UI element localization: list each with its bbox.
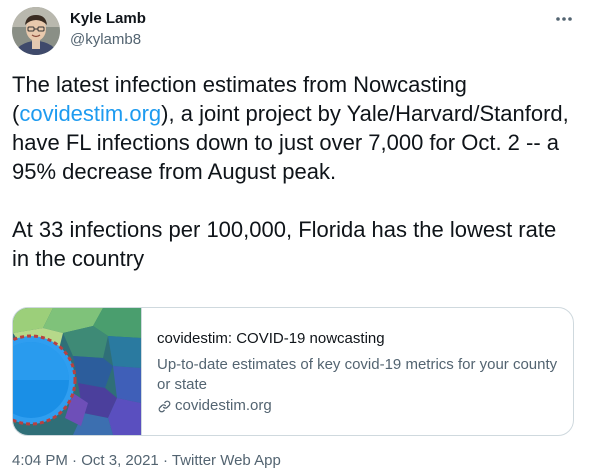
tweet-paragraph-2: At 33 infections per 100,000, Florida ha… — [12, 217, 557, 271]
link-icon — [158, 400, 171, 412]
card-description: Up-to-date estimates of key covid-19 met… — [157, 356, 558, 393]
more-horizontal-icon — [556, 17, 572, 21]
meta-separator: · — [72, 452, 78, 469]
tweet-source[interactable]: Twitter Web App — [172, 452, 281, 469]
author-name[interactable]: Kyle Lamb — [70, 10, 146, 27]
author-handle[interactable]: @kylamb8 — [70, 31, 141, 48]
avatar-image — [12, 7, 60, 55]
tweet-timestamp[interactable]: 4:04 PM · Oct 3, 2021 — [12, 452, 159, 469]
card-domain: covidestim.org — [157, 396, 562, 416]
tweet-text: The latest infection estimates from Nowc… — [12, 70, 572, 273]
avatar[interactable] — [12, 7, 60, 55]
tweet-paragraph-1: The latest infection estimates from Nowc… — [12, 72, 569, 184]
card-domain-text: covidestim.org — [175, 397, 272, 414]
card-map-image — [13, 308, 141, 435]
more-options-button[interactable] — [551, 6, 577, 32]
card-thumbnail — [13, 308, 142, 435]
card-text: covidestim: COVID-19 nowcasting Up-to-da… — [157, 329, 562, 416]
tweet-metadata: 4:04 PM · Oct 3, 2021 · Twitter Web App — [12, 452, 281, 469]
tweet-link[interactable]: covidestim.org — [19, 101, 161, 126]
meta-separator: · — [162, 452, 168, 469]
card-title: covidestim: COVID-19 nowcasting — [157, 330, 385, 347]
tweet-date: Oct 3, 2021 — [81, 452, 159, 469]
link-preview-card[interactable]: covidestim: COVID-19 nowcasting Up-to-da… — [12, 307, 574, 436]
tweet-time: 4:04 PM — [12, 452, 68, 469]
